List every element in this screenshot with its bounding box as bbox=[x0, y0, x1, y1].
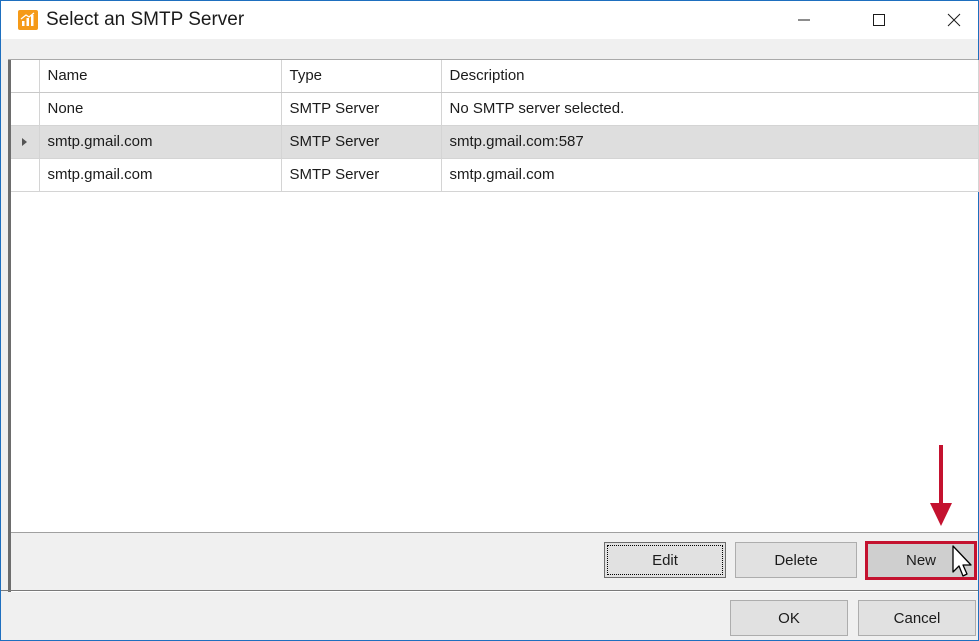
cell-description: smtp.gmail.com:587 bbox=[441, 125, 979, 159]
delete-button-label: Delete bbox=[774, 551, 818, 569]
minimize-button[interactable] bbox=[778, 1, 830, 39]
row-indicator bbox=[11, 92, 40, 126]
cell-description: No SMTP server selected. bbox=[441, 92, 979, 126]
column-header-type[interactable]: Type bbox=[281, 60, 442, 93]
cancel-button-label: Cancel bbox=[893, 609, 941, 627]
title-bar[interactable]: Select an SMTP Server bbox=[1, 1, 978, 39]
delete-button[interactable]: Delete bbox=[735, 542, 857, 578]
cancel-button[interactable]: Cancel bbox=[858, 600, 976, 636]
cell-description: smtp.gmail.com bbox=[441, 158, 979, 192]
close-button[interactable] bbox=[928, 1, 979, 39]
row-indicator bbox=[11, 125, 40, 159]
window-title: Select an SMTP Server bbox=[46, 9, 245, 30]
maximize-button[interactable] bbox=[853, 1, 905, 39]
focus-ring bbox=[607, 545, 723, 575]
row-indicator bbox=[11, 158, 40, 192]
cell-name: smtp.gmail.com bbox=[39, 125, 282, 159]
table-row-selected[interactable]: smtp.gmail.com SMTP Server smtp.gmail.co… bbox=[11, 125, 979, 159]
cell-type: SMTP Server bbox=[281, 125, 442, 159]
ok-button[interactable]: OK bbox=[730, 600, 848, 636]
new-button-label: New bbox=[905, 552, 936, 569]
cell-type: SMTP Server bbox=[281, 92, 442, 126]
app-chart-icon bbox=[18, 10, 38, 30]
footer-divider bbox=[1, 590, 978, 591]
close-icon bbox=[947, 13, 961, 27]
column-header-description[interactable]: Description bbox=[441, 60, 979, 93]
row-indicator-header bbox=[11, 60, 40, 93]
smtp-server-dialog: Select an SMTP Server Name Type Descript… bbox=[0, 0, 979, 641]
maximize-icon bbox=[873, 14, 885, 26]
table-row[interactable]: smtp.gmail.com SMTP Server smtp.gmail.co… bbox=[11, 158, 979, 192]
cell-name: smtp.gmail.com bbox=[39, 158, 282, 192]
minimize-icon bbox=[798, 19, 810, 21]
table-row[interactable]: None SMTP Server No SMTP server selected… bbox=[11, 92, 979, 126]
mouse-pointer-icon bbox=[952, 545, 972, 577]
ok-button-label: OK bbox=[778, 609, 800, 627]
column-header-name[interactable]: Name bbox=[39, 60, 282, 93]
cell-type: SMTP Server bbox=[281, 158, 442, 192]
edit-button[interactable]: Edit bbox=[604, 542, 726, 578]
server-grid: Name Type Description None SMTP Server N… bbox=[11, 60, 979, 192]
red-down-arrow-icon bbox=[930, 445, 952, 526]
current-row-arrow-icon bbox=[22, 137, 28, 146]
cell-name: None bbox=[39, 92, 282, 126]
grid-header-row: Name Type Description bbox=[11, 60, 979, 93]
